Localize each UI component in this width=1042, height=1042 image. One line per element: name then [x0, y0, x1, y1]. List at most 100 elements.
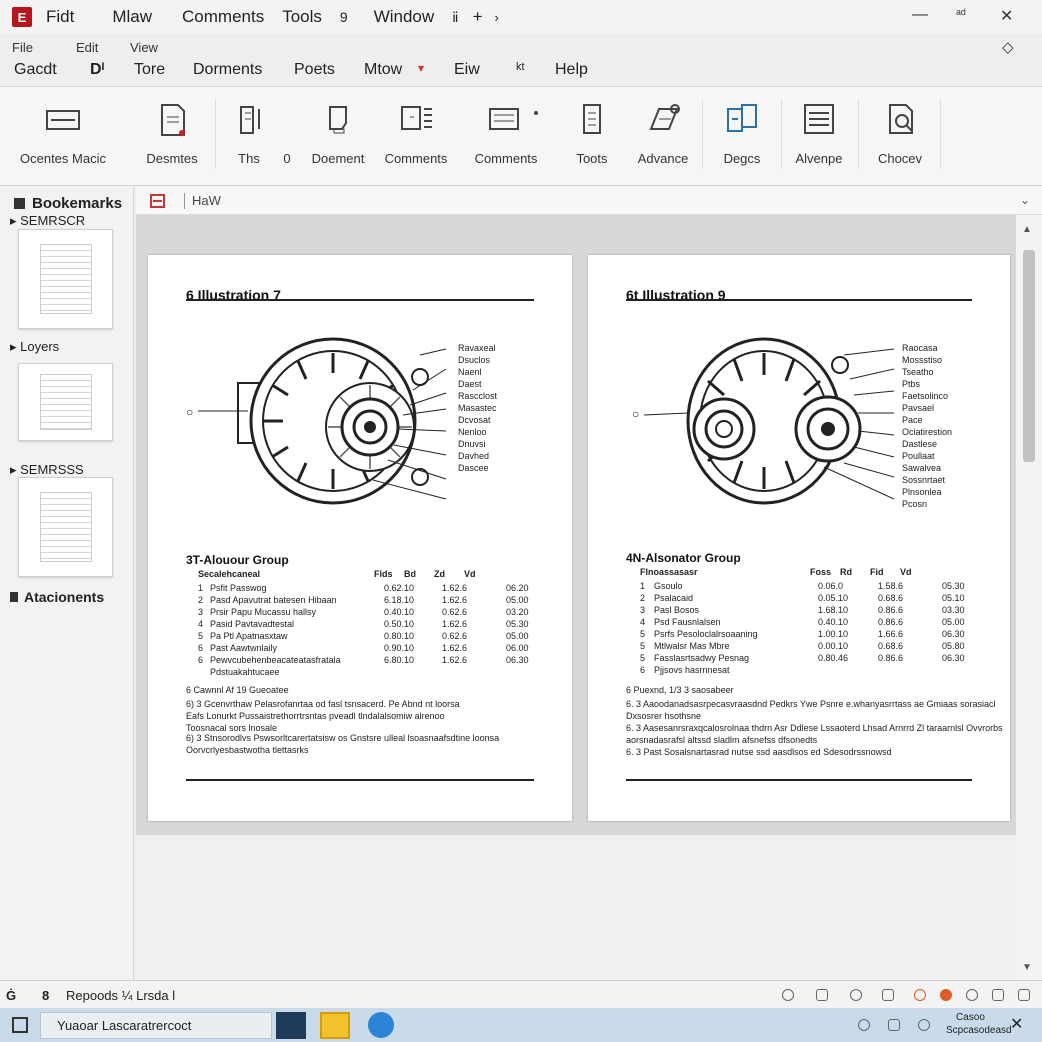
status-icon-3[interactable] [850, 989, 862, 1001]
record-icon[interactable] [940, 989, 952, 1001]
bookmark-icon [14, 198, 25, 209]
menu-tools[interactable]: Tools [282, 7, 322, 27]
tab-scroll-button[interactable]: › [495, 10, 499, 25]
taskbar-app-terminal-icon[interactable] [276, 1012, 306, 1039]
status-text: Repoods ¼ Lrsda l [66, 988, 176, 1003]
status-icon-4[interactable] [882, 989, 894, 1001]
taskbar-app-folder-icon[interactable] [320, 1012, 350, 1039]
menu-eiw[interactable]: Eiw [454, 61, 480, 79]
tool-advance[interactable]: Advance [619, 99, 707, 177]
table-header-cell: Bd [404, 569, 416, 579]
notification-close-icon[interactable]: ✕ [1010, 1014, 1023, 1034]
scroll-down-icon[interactable]: ▼ [1022, 962, 1032, 973]
parts-table-title: 4N-Alsonator Group [626, 551, 741, 565]
bookmarks-header[interactable]: Bookemarks [14, 195, 122, 212]
scrollbar-thumb[interactable] [1023, 250, 1035, 462]
collapse-chevron-icon[interactable]: ⌄ [1020, 193, 1030, 207]
page-note: 6. 3 Past Sosalsnartasrad nutse ssd aasd… [626, 747, 892, 757]
status-icon-2[interactable] [816, 989, 828, 1001]
tray-icon-2[interactable] [888, 1019, 900, 1031]
minimize-button[interactable]: — [912, 6, 928, 24]
menu-dorments[interactable]: Dorments [193, 61, 262, 79]
page-note: Oorvcrlyesbastwotha tlettasrks [186, 745, 309, 755]
page-thumbnail-1[interactable] [18, 229, 113, 329]
callout-label: Ravaxeal [458, 343, 496, 353]
menu-file[interactable]: File [12, 40, 33, 55]
page-thumbnail-3[interactable] [18, 477, 113, 577]
nav-section-2[interactable]: ▸ Loyers [10, 339, 59, 355]
taskbar-search-box[interactable]: Yuaoar Lascaratrercoct [40, 1012, 272, 1039]
callout-label: Poullaat [902, 451, 935, 461]
status-bar: Ġ 8 Repoods ¼ Lrsda l [0, 980, 1042, 1008]
tool-degcs[interactable]: Degcs [698, 99, 786, 177]
app-logo-icon[interactable]: E [12, 7, 32, 27]
tool-label: Chocev [877, 151, 923, 166]
status-icon-6[interactable] [966, 989, 978, 1001]
close-button[interactable]: ✕ [1000, 6, 1013, 26]
page-note: Eafs Lonurkt Pussaistrethorrtrsntas pvea… [186, 711, 445, 721]
tool-comments[interactable]: Comments [372, 99, 460, 177]
comments-icon [401, 106, 432, 130]
menu-kt[interactable]: ᵏᵗ [516, 61, 525, 79]
menu-fidt[interactable]: Fidt [46, 7, 74, 27]
tray-icon-1[interactable] [858, 1019, 870, 1031]
page-note: 6 Cawnnl Af 19 Gueoatee [186, 685, 289, 695]
menu-mtow[interactable]: Mtow [364, 61, 402, 79]
tools-icon [583, 104, 601, 134]
title-bar: E Fidt Mlaw Comments Tools 9 Window ⅱ + … [0, 0, 1042, 34]
menu-poets[interactable]: Poets [294, 61, 335, 79]
menu-9[interactable]: 9 [340, 9, 348, 25]
ribbon-toolbar: Ocentes Macic Desmtes Ths 0 Doement Comm… [0, 86, 1042, 186]
status-icon-8[interactable] [1018, 989, 1030, 1001]
alternator-illustration-2 [644, 337, 895, 505]
tray-icon-3[interactable] [918, 1019, 930, 1031]
sign-in-icon[interactable]: ◇ [1002, 38, 1014, 56]
menu-tore[interactable]: Tore [134, 61, 165, 79]
tool-doement[interactable]: Doement [294, 99, 382, 177]
table-header-cell: Vd [900, 567, 912, 577]
start-button-icon[interactable] [12, 1017, 28, 1033]
menu-window[interactable]: Window [374, 7, 434, 27]
scroll-up-icon[interactable]: ▲ [1022, 224, 1032, 235]
callout-label: Davhed [458, 451, 490, 461]
tool-label: 0 [283, 151, 291, 166]
menu-dropdown-icon[interactable]: ▾ [418, 61, 424, 75]
nav-section-3[interactable]: ▸ SEMRSSS [10, 462, 84, 478]
menu-comments[interactable]: Comments [182, 7, 264, 27]
page-note: 6. 3 Aaoodanadsasrpecasvraasdnd Pedkrs Y… [626, 699, 996, 709]
document-tab-icon[interactable] [150, 194, 165, 208]
new-tab-button[interactable]: + [473, 7, 483, 27]
callout-label: Daest [458, 379, 482, 389]
callout-label: Masastec [458, 403, 497, 413]
tool-alvenpe[interactable]: Alvenpe [775, 99, 863, 177]
table-header-cell: Secalehcaneal [198, 569, 261, 579]
attachments-item[interactable]: Atacionents [10, 589, 104, 605]
page-number: 8 [42, 988, 50, 1003]
menu-mlaw[interactable]: Mlaw [112, 7, 152, 27]
menu-view[interactable]: View [130, 40, 158, 55]
tool-label: Doement [311, 151, 365, 166]
callout-label: Mossstiso [902, 355, 943, 365]
table-header-cell: Foss [810, 567, 832, 577]
tool-chocev[interactable]: Chocev [856, 99, 944, 177]
document-page-1: 6 Illustration 7 ○ Ravaxeal Dsuclos Naen… [148, 255, 572, 821]
document-tab-label[interactable]: HaW [192, 193, 221, 208]
restore-button[interactable]: ᵃᵈ [956, 6, 966, 21]
menu-help[interactable]: Help [555, 61, 588, 79]
page-thumbnail-2[interactable] [18, 363, 113, 441]
nav-section-1[interactable]: ▸ SEMRSCR [10, 213, 85, 229]
menu-gacdt[interactable]: Gacdt [14, 61, 57, 79]
status-icon-5[interactable] [914, 989, 926, 1001]
taskbar-app-browser-icon[interactable] [368, 1012, 394, 1038]
table-header-cell: Flnoassasasr [640, 567, 698, 577]
menu-tab-icon[interactable]: ⅱ [452, 9, 458, 26]
status-icon-1[interactable] [782, 989, 794, 1001]
menu-dt[interactable]: Dᴵ [90, 61, 104, 79]
tool-ocentes-macic[interactable]: Ocentes Macic [13, 99, 113, 177]
page-note: Dxsosrer hsothsne [626, 711, 702, 721]
tool-comments-list[interactable]: Comments [460, 99, 552, 177]
status-icon-7[interactable] [992, 989, 1004, 1001]
tool-desmtes[interactable]: Desmtes [128, 99, 216, 177]
taskbar: Yuaoar Lascaratrercoct Casoo Scpcasodeas… [0, 1008, 1042, 1042]
menu-edit[interactable]: Edit [76, 40, 98, 55]
